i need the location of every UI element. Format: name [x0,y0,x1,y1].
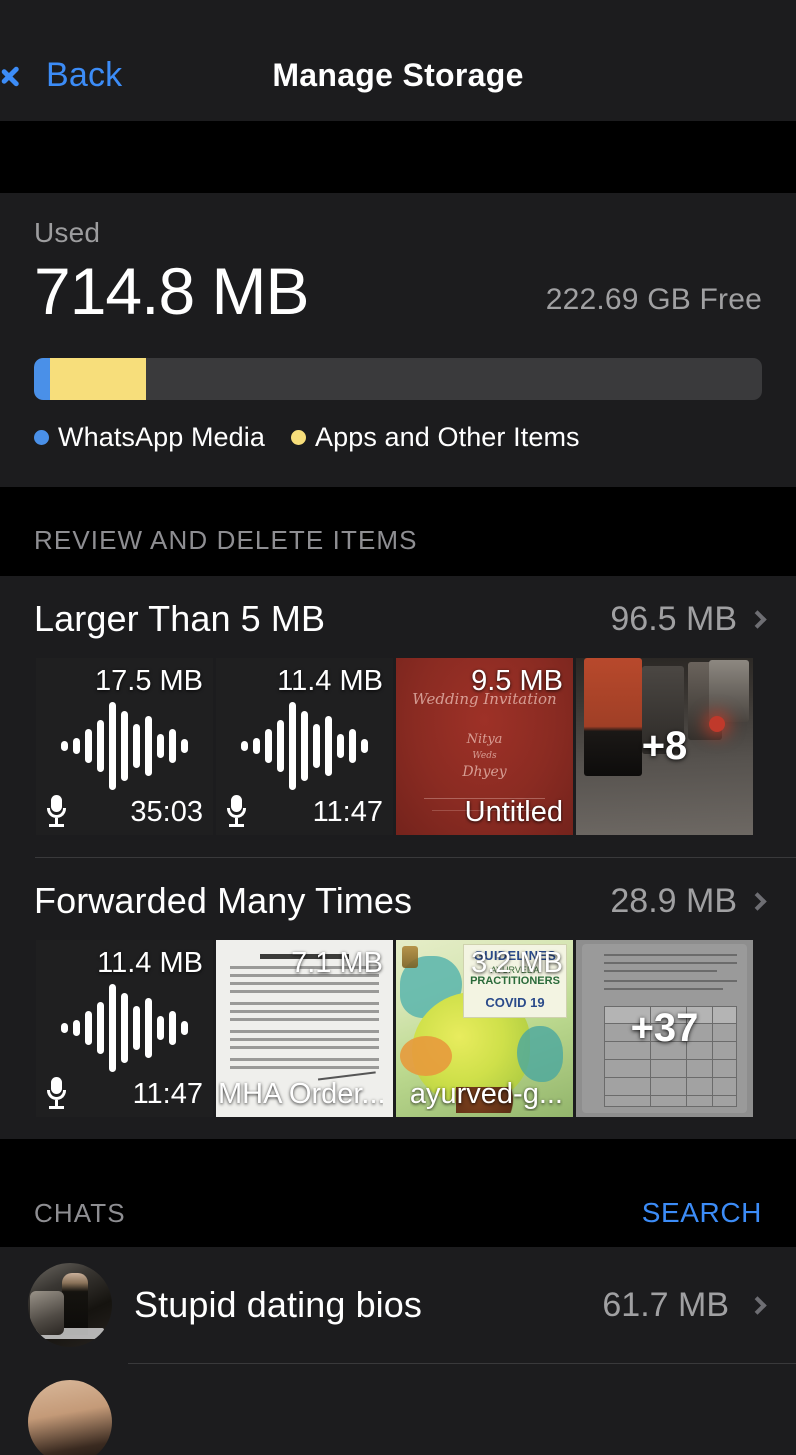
thumbnail-name-label: Untitled [465,796,563,829]
group-forwarded-many-times-thumbnails: 11.4 MB 11:47 [0,940,796,1117]
review-section-title: REVIEW AND DELETE ITEMS [34,525,418,556]
thumbnail-voice-note-3[interactable]: 11.4 MB 11:47 [36,940,213,1117]
ayur-shape-teal-2 [517,1026,563,1082]
legend-dot-apps [291,430,306,445]
group-forwarded-many-times-title: Forwarded Many Times [34,880,412,922]
audio-waveform-icon [36,698,213,793]
storage-bar-segment-media [34,358,50,400]
chats-section-header: CHATS SEARCH [0,1139,796,1247]
thumbnail-duration-label: 11:47 [313,796,383,829]
thumbnail-table-document-more[interactable]: +37 [576,940,753,1117]
thumbnail-size-label: 17.5 MB [95,665,203,698]
storage-legend: WhatsApp Media Apps and Other Items [34,422,762,453]
thumbnail-name-label: ayurved-g... [410,1078,563,1111]
microphone-icon [46,795,66,827]
page-title: Manage Storage [0,47,796,103]
avatar [28,1263,112,1347]
chevron-right-icon [748,610,766,628]
microphone-icon [46,1077,66,1109]
thumbnail-size-label: 11.4 MB [97,947,203,980]
thumbnail-size-label: 9.5 MB [471,665,563,698]
group-spacer [0,835,796,857]
legend-label-media: WhatsApp Media [58,422,265,453]
search-button[interactable]: SEARCH [642,1197,762,1229]
thumbnail-size-label: 3.2 MB [471,947,563,980]
avatar [28,1380,112,1455]
manage-storage-screen: Back Manage Storage Used 714.8 MB 222.69… [0,0,796,1455]
group-bottom-spacer [0,1117,796,1139]
storage-bar [34,358,762,400]
used-label: Used [34,217,762,249]
audio-waveform-icon [36,980,213,1075]
thumbnail-name-label: MHA Order... [218,1078,383,1111]
group-larger-than-5mb-row[interactable]: Larger Than 5 MB 96.5 MB [0,576,796,658]
chat-row-stupid-dating-bios[interactable]: Stupid dating bios 61.7 MB [0,1247,796,1363]
legend-dot-media [34,430,49,445]
audio-waveform-icon [216,698,393,793]
thumbnail-more-count: +37 [576,940,753,1117]
group-forwarded-many-times-size: 28.9 MB [610,882,737,921]
legend-label-apps: Apps and Other Items [315,422,580,453]
thumbnail-wedding-invitation[interactable]: Wedding Invitation Nitya Weds Dhyey 9.5 … [396,658,573,835]
wedding-art-line-2: Nitya [396,732,573,747]
storage-bar-segment-apps [50,358,146,400]
chats-section-title: CHATS [34,1198,126,1229]
group-forwarded-many-times-row[interactable]: Forwarded Many Times 28.9 MB [0,858,796,940]
wedding-art-line-3: Weds [396,751,573,761]
chat-name: Stupid dating bios [134,1284,580,1326]
legend-item-media: WhatsApp Media [34,422,265,453]
thumbnail-ayurveda-guidelines[interactable]: GUIDELINES AYURVEDA PRACTITIONERS COVID … [396,940,573,1117]
thumbnail-duration-label: 35:03 [130,796,203,829]
group-larger-than-5mb-thumbnails: 17.5 MB 35:03 11.4 MB [0,658,796,835]
ayur-art-line-4: COVID 19 [464,995,566,1010]
legend-item-apps: Apps and Other Items [291,422,580,453]
thumbnail-size-label: 7.1 MB [291,947,383,980]
chat-size: 61.7 MB [602,1286,729,1325]
thumbnail-voice-note-2[interactable]: 11.4 MB 11:47 [216,658,393,835]
nav-gap [0,121,796,193]
review-section-header: REVIEW AND DELETE ITEMS [0,487,796,576]
chevron-right-icon [748,892,766,910]
thumbnail-size-label: 11.4 MB [277,665,383,698]
chat-row-second[interactable] [0,1364,796,1455]
chats-list: Stupid dating bios 61.7 MB [0,1247,796,1455]
thumbnail-street-photo-more[interactable]: +8 [576,658,753,835]
ayush-emblem-icon [402,946,418,968]
thumbnail-duration-label: 11:47 [133,1078,203,1111]
free-amount: 222.69 GB Free [546,283,762,326]
wedding-art-line-4: Dhyey [396,764,573,780]
group-larger-than-5mb-title: Larger Than 5 MB [34,598,325,640]
used-amount: 714.8 MB [34,257,309,326]
storage-usage-card: Used 714.8 MB 222.69 GB Free WhatsApp Me… [0,193,796,487]
navigation-bar: Back Manage Storage [0,0,796,121]
thumbnail-voice-note-1[interactable]: 17.5 MB 35:03 [36,658,213,835]
group-larger-than-5mb-size: 96.5 MB [610,600,737,639]
thumbnail-mha-order-document[interactable]: 7.1 MB MHA Order... [216,940,393,1117]
microphone-icon [226,795,246,827]
group-larger-than-5mb: Larger Than 5 MB 96.5 MB 17.5 MB 35:03 1 [0,576,796,1139]
chevron-right-icon [748,1296,766,1314]
thumbnail-more-count: +8 [576,658,753,835]
